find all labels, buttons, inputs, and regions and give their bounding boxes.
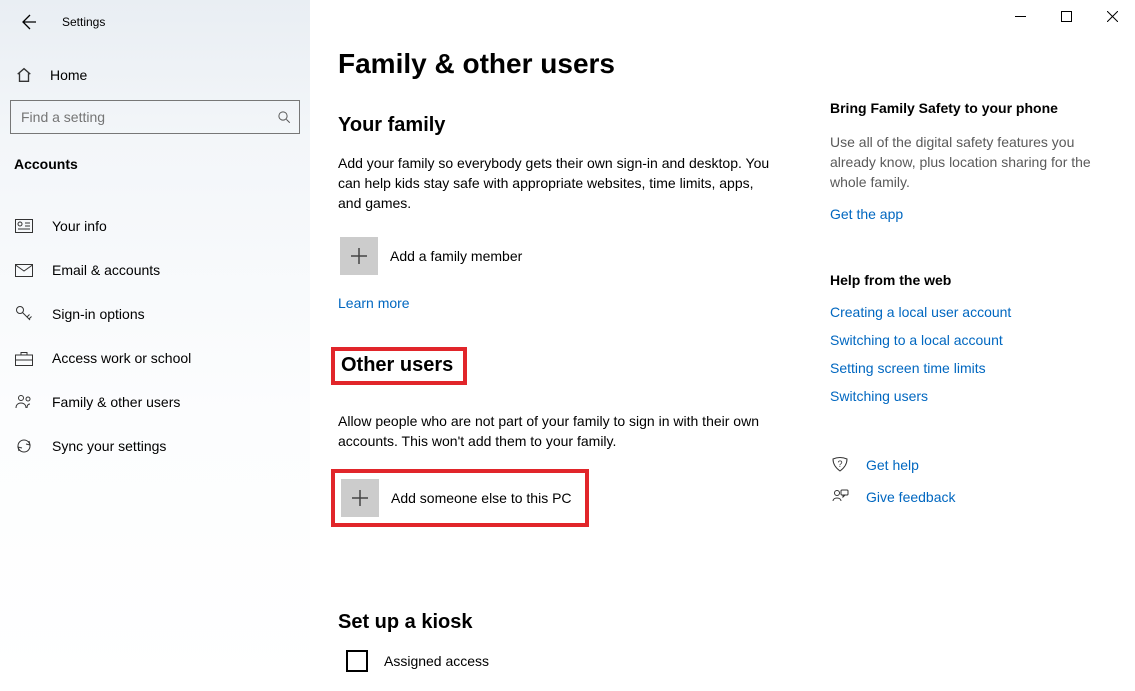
plus-icon <box>340 237 378 275</box>
window-controls <box>997 0 1135 32</box>
add-family-member-label: Add a family member <box>390 248 522 264</box>
help-link-switching-users[interactable]: Switching users <box>830 388 1094 404</box>
add-someone-else-label: Add someone else to this PC <box>391 490 572 506</box>
sidebar-item-signin-options[interactable]: Sign-in options <box>0 292 310 336</box>
briefcase-icon <box>14 351 34 366</box>
sidebar-item-label: Access work or school <box>52 350 191 366</box>
sidebar-item-family-other-users[interactable]: Family & other users <box>0 380 310 424</box>
search-input[interactable] <box>11 109 269 125</box>
help-from-web-heading: Help from the web <box>830 272 1094 288</box>
sidebar-item-label: Sign-in options <box>52 306 145 322</box>
minimize-button[interactable] <box>997 0 1043 32</box>
family-safety-heading: Bring Family Safety to your phone <box>830 100 1094 116</box>
sidebar-item-label: Family & other users <box>52 394 180 410</box>
assigned-access-button[interactable]: Assigned access <box>338 650 810 672</box>
sidebar-item-email-accounts[interactable]: Email & accounts <box>0 248 310 292</box>
svg-text:?: ? <box>837 459 842 469</box>
help-icon: ? <box>830 456 850 474</box>
sidebar-item-your-info[interactable]: Your info <box>0 204 310 248</box>
mail-icon <box>14 264 34 277</box>
sidebar: Settings Home Accounts Your info <box>0 0 310 691</box>
people-icon <box>14 394 34 410</box>
back-button[interactable] <box>14 8 42 36</box>
sidebar-item-access-work-school[interactable]: Access work or school <box>0 336 310 380</box>
page-title: Family & other users <box>338 48 810 80</box>
square-icon <box>346 650 368 672</box>
home-icon <box>14 66 34 84</box>
home-label: Home <box>50 67 87 83</box>
your-family-heading: Your family <box>338 114 810 137</box>
sidebar-section-accounts: Accounts <box>0 144 310 182</box>
close-button[interactable] <box>1089 0 1135 32</box>
id-card-icon <box>14 219 34 233</box>
sidebar-item-sync-settings[interactable]: Sync your settings <box>0 424 310 468</box>
app-title: Settings <box>62 15 105 29</box>
sidebar-item-label: Email & accounts <box>52 262 160 278</box>
help-link-screen-time-limits[interactable]: Setting screen time limits <box>830 360 1094 376</box>
titlebar: Settings <box>0 0 310 44</box>
assigned-access-label: Assigned access <box>384 653 489 669</box>
search-box[interactable] <box>10 100 300 134</box>
your-family-description: Add your family so everybody gets their … <box>338 153 778 213</box>
other-users-heading: Other users <box>335 351 463 381</box>
give-feedback-link[interactable]: Give feedback <box>830 488 1094 506</box>
get-the-app-link[interactable]: Get the app <box>830 206 903 222</box>
sidebar-item-label: Your info <box>52 218 107 234</box>
help-link-creating-local-user[interactable]: Creating a local user account <box>830 304 1094 320</box>
add-family-member-button[interactable]: Add a family member <box>338 235 810 277</box>
sync-icon <box>14 437 34 455</box>
family-safety-description: Use all of the digital safety features y… <box>830 132 1094 192</box>
learn-more-link[interactable]: Learn more <box>338 295 410 311</box>
feedback-icon <box>830 488 850 506</box>
other-users-description: Allow people who are not part of your fa… <box>338 411 778 451</box>
kiosk-heading: Set up a kiosk <box>338 611 810 634</box>
give-feedback-label: Give feedback <box>866 489 956 505</box>
search-icon <box>269 110 299 125</box>
key-icon <box>14 305 34 323</box>
sidebar-home[interactable]: Home <box>0 60 310 90</box>
get-help-link[interactable]: ? Get help <box>830 456 1094 474</box>
aside: Bring Family Safety to your phone Use al… <box>830 0 1118 691</box>
plus-icon <box>341 479 379 517</box>
get-help-label: Get help <box>866 457 919 473</box>
sidebar-item-label: Sync your settings <box>52 438 166 454</box>
add-someone-else-button[interactable]: Add someone else to this PC <box>335 473 585 523</box>
help-link-switching-local-account[interactable]: Switching to a local account <box>830 332 1094 348</box>
maximize-button[interactable] <box>1043 0 1089 32</box>
main-content: Family & other users Your family Add you… <box>310 0 1135 691</box>
